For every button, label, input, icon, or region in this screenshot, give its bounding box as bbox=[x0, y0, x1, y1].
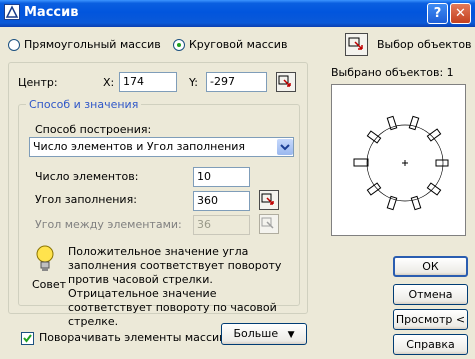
count-input[interactable]: 10 bbox=[193, 167, 250, 187]
preview-button[interactable]: Просмотр < bbox=[393, 309, 468, 330]
ok-button[interactable]: ОК bbox=[393, 256, 468, 277]
center-label: Центр: bbox=[18, 76, 58, 89]
close-button[interactable]: ✕ bbox=[450, 3, 471, 24]
between-angle-input: 36 bbox=[193, 215, 250, 235]
pick-point-icon bbox=[278, 75, 291, 87]
pick-between-angle-button bbox=[259, 214, 279, 234]
center-x-label: X: bbox=[103, 76, 115, 89]
select-objects-label: Выбор объектов bbox=[377, 38, 472, 51]
tip-icon-label: Совет bbox=[32, 278, 67, 291]
pick-angle-disabled-icon bbox=[261, 217, 274, 229]
center-x-input[interactable]: 174 bbox=[119, 72, 177, 92]
lightbulb-icon bbox=[34, 244, 56, 274]
chevron-down-icon bbox=[280, 144, 290, 151]
rect-array-label[interactable]: Прямоугольный массив bbox=[24, 38, 161, 51]
dropdown-arrow-button[interactable] bbox=[277, 139, 293, 155]
more-button-label: Больше bbox=[233, 327, 279, 340]
polar-array-radio[interactable] bbox=[173, 39, 185, 51]
select-objects-icon bbox=[348, 37, 363, 50]
help-button[interactable]: Справка bbox=[393, 334, 468, 355]
select-objects-button[interactable] bbox=[345, 33, 368, 56]
center-y-input[interactable]: -297 bbox=[206, 72, 267, 92]
center-y-label: Y: bbox=[189, 76, 198, 89]
tip-text: Положительное значение угла заполнения с… bbox=[68, 245, 282, 328]
pick-fill-angle-button[interactable] bbox=[259, 190, 279, 210]
build-method-value: Число элементов и Угол заполнения bbox=[33, 140, 246, 153]
count-label: Число элементов: bbox=[35, 170, 139, 183]
polar-array-label[interactable]: Круговой массив bbox=[189, 38, 287, 51]
window-title: Массив bbox=[24, 5, 79, 20]
cancel-button[interactable]: Отмена bbox=[393, 284, 468, 305]
rotate-items-label[interactable]: Поворачивать элементы массива bbox=[39, 331, 232, 344]
selected-count: Выбрано объектов: 1 bbox=[331, 66, 454, 79]
rotate-items-checkbox[interactable] bbox=[21, 332, 34, 345]
method-group-title: Способ и значения bbox=[26, 98, 142, 111]
polar-array-preview bbox=[353, 115, 449, 211]
double-chevron-down-icon: ▼ bbox=[287, 330, 295, 340]
build-method-label: Способ построения: bbox=[35, 123, 152, 136]
app-icon bbox=[4, 4, 20, 20]
pick-center-button[interactable] bbox=[276, 72, 296, 92]
build-method-select[interactable]: Число элементов и Угол заполнения bbox=[29, 137, 294, 157]
preview-panel bbox=[331, 84, 466, 236]
fill-angle-label: Угол заполнения: bbox=[35, 193, 137, 206]
fill-angle-input[interactable]: 360 bbox=[193, 191, 250, 211]
checkmark-icon bbox=[23, 334, 32, 343]
more-button[interactable]: Больше ▼ bbox=[221, 323, 307, 345]
between-angle-label: Угол между элементами: bbox=[35, 218, 182, 231]
help-title-button[interactable]: ? bbox=[427, 3, 448, 24]
rect-array-radio[interactable] bbox=[8, 39, 20, 51]
pick-angle-icon bbox=[261, 193, 274, 205]
